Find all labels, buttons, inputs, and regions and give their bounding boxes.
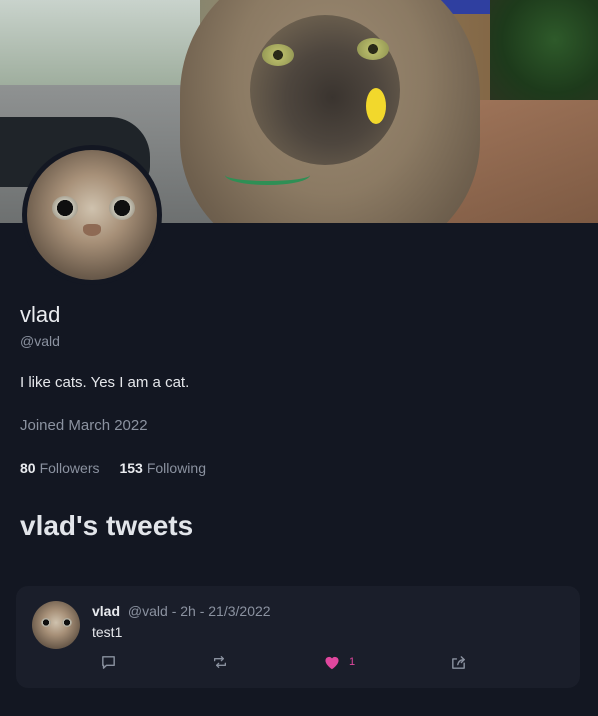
profile-bio: I like cats. Yes I am a cat. (20, 374, 190, 391)
retweet-button[interactable] (212, 654, 228, 670)
profile-handle: @vald (20, 333, 60, 349)
share-button[interactable] (450, 654, 467, 671)
avatar (27, 150, 157, 280)
profile-avatar[interactable] (22, 145, 162, 285)
followers-link[interactable]: 80 Followers (20, 460, 99, 476)
reply-button[interactable] (100, 654, 117, 671)
following-label: Following (146, 460, 206, 476)
tweet-author-name[interactable]: vlad (92, 603, 120, 619)
tweets-section-title: vlad's tweets (20, 510, 194, 541)
tweet-text: test1 (92, 624, 123, 640)
like-button[interactable]: 1 (323, 654, 355, 670)
like-count: 1 (349, 656, 356, 668)
tweet-meta: - 2h - 21/3/2022 (171, 603, 271, 619)
heart-icon (323, 654, 341, 670)
follow-stats: 80 Followers 153 Following (20, 460, 206, 476)
tweet-card[interactable]: vlad @vald - 2h - 21/3/2022 test1 1 (16, 586, 580, 688)
joined-date: Joined March 2022 (20, 417, 148, 434)
tweet-header: vlad @vald - 2h - 21/3/2022 (92, 603, 271, 619)
profile-name: vlad (20, 302, 61, 327)
following-count: 153 (119, 460, 143, 476)
comment-icon (100, 654, 117, 671)
followers-label: Followers (39, 460, 100, 476)
retweet-icon (212, 654, 228, 670)
following-link[interactable]: 153 Following (119, 460, 206, 476)
followers-count: 80 (20, 460, 36, 476)
tweet-author-avatar[interactable] (32, 601, 80, 649)
share-icon (450, 654, 467, 671)
tweet-actions: 1 (16, 654, 580, 674)
tweet-author-handle: @vald (127, 603, 168, 619)
